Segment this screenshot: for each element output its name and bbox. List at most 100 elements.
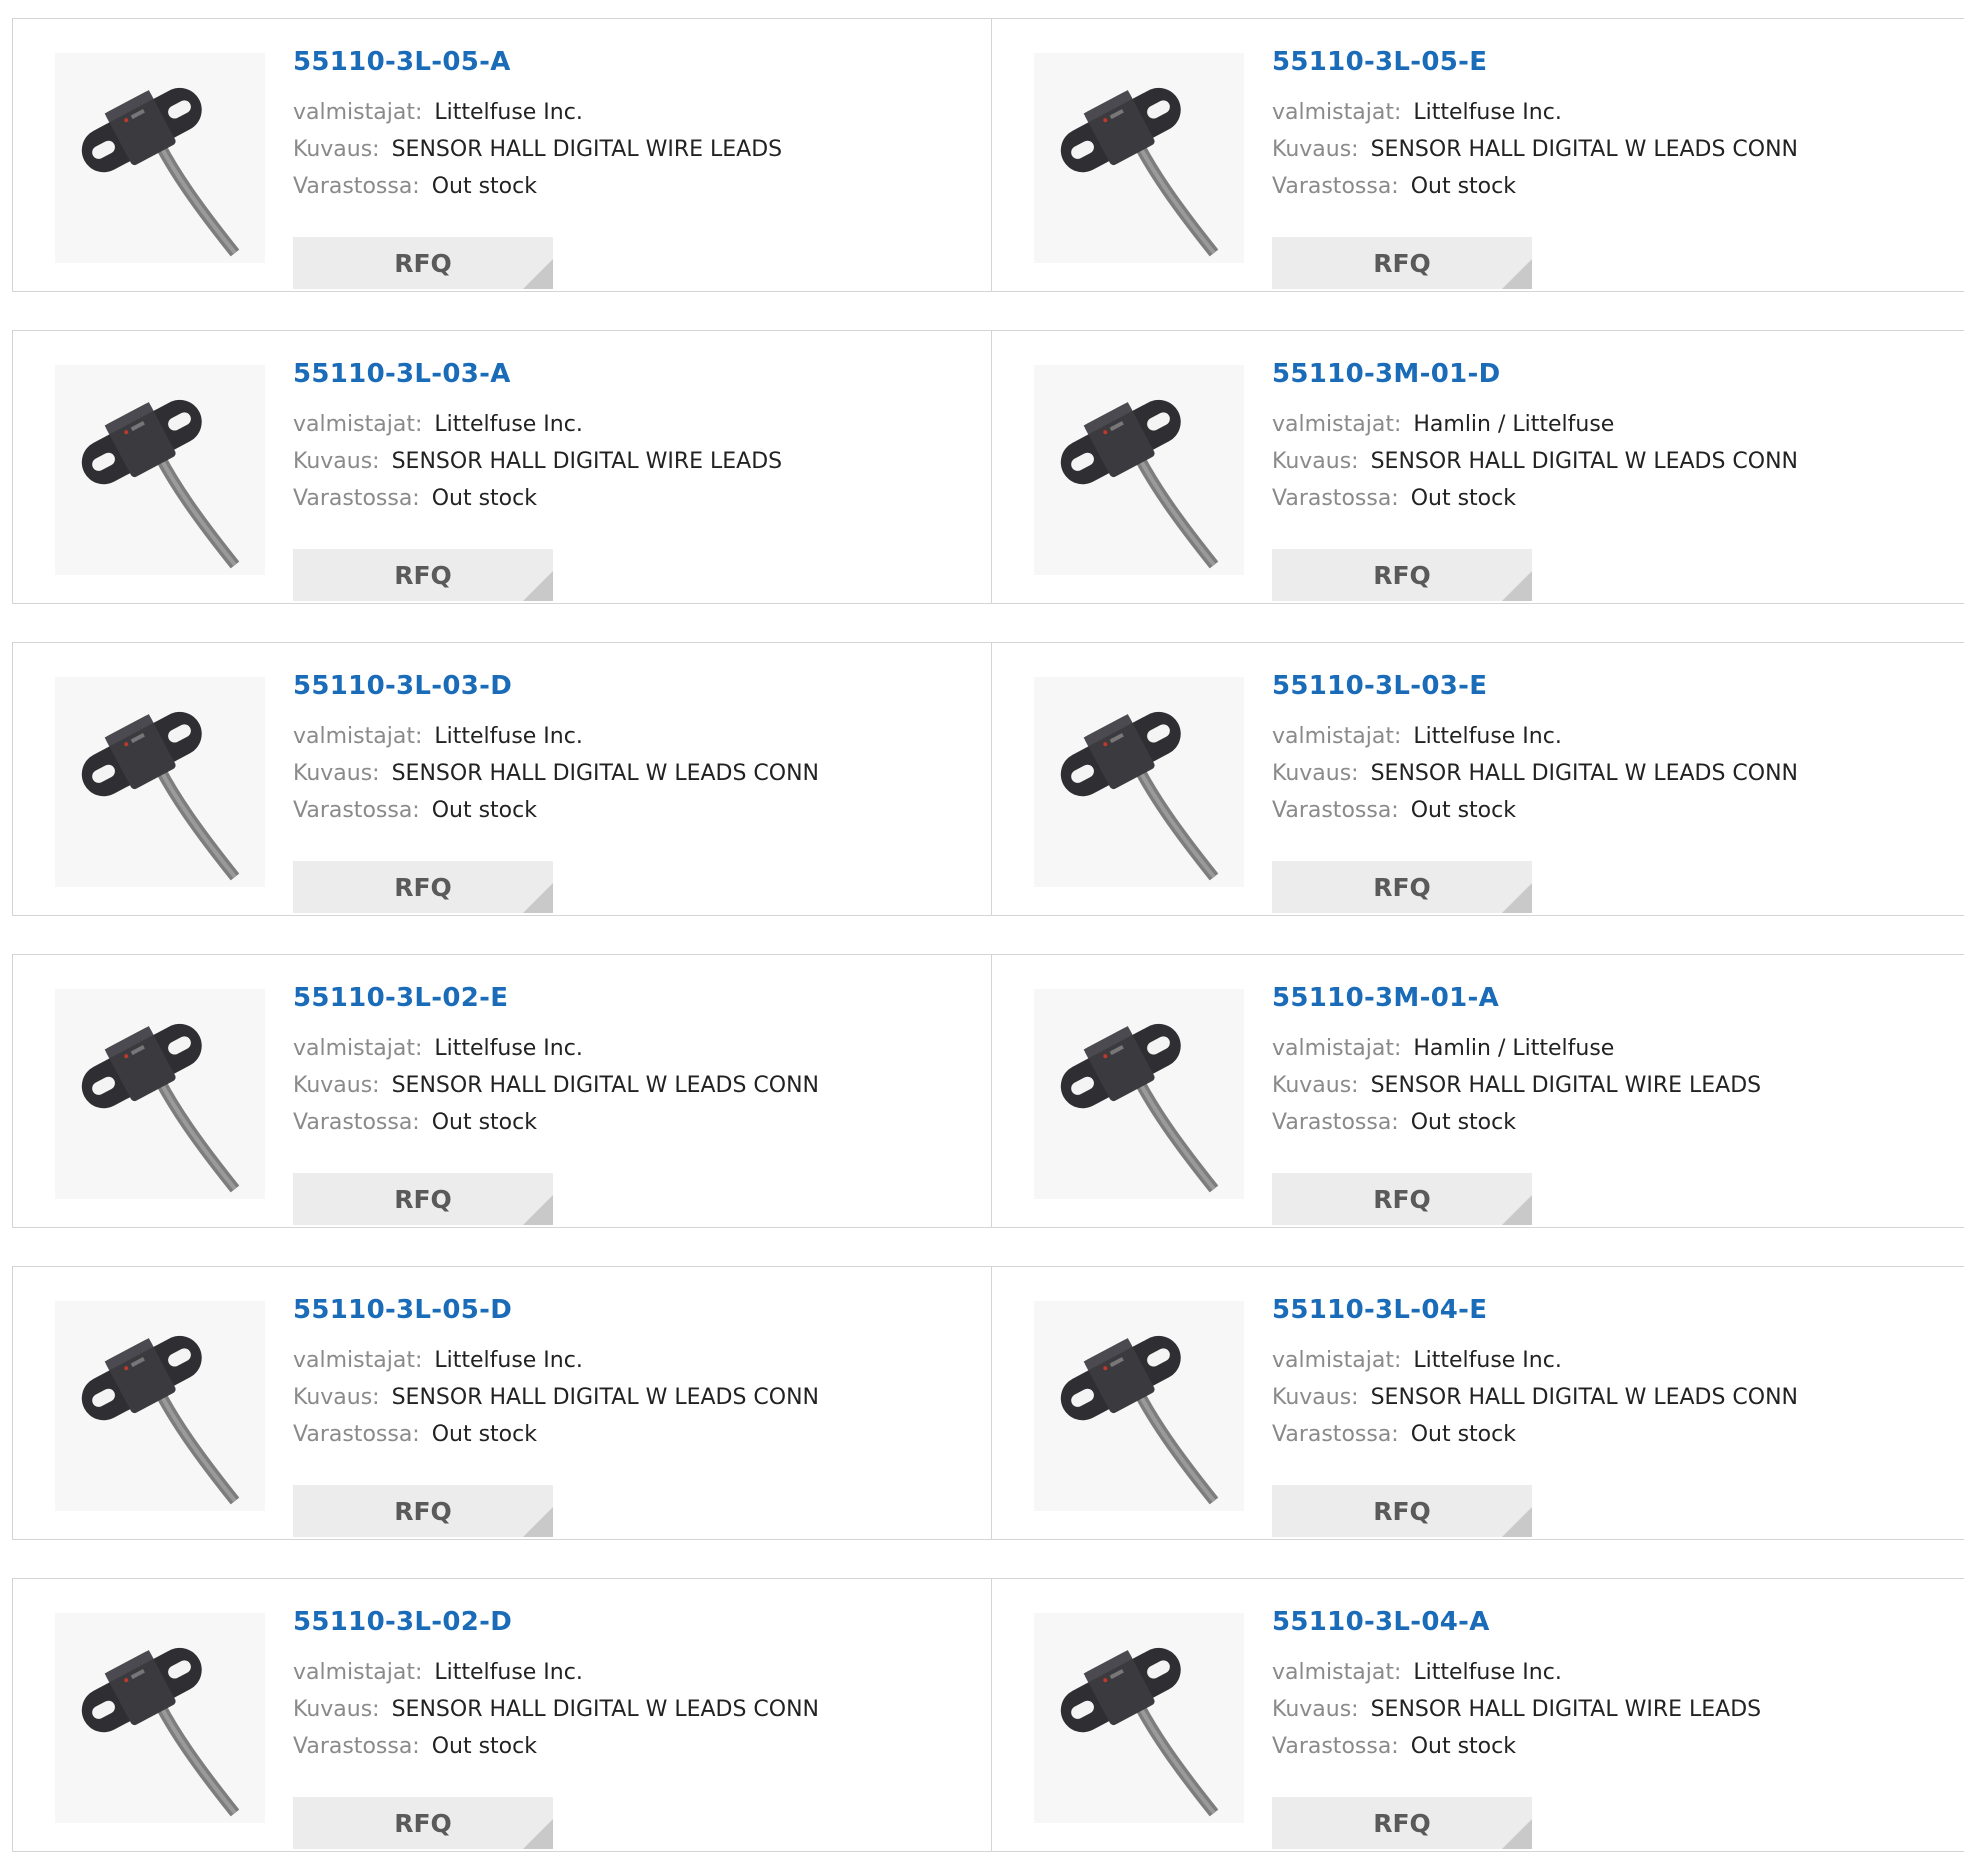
- rfq-button[interactable]: RFQ: [293, 237, 553, 289]
- hall-sensor-icon: [1060, 711, 1219, 881]
- product-card: 55110-3L-03-E valmistajat: Littelfuse Inc…: [991, 643, 1964, 915]
- stock-label: Varastossa:: [1272, 798, 1399, 823]
- stock-value: Out stock: [1410, 1110, 1516, 1135]
- rfq-button[interactable]: RFQ: [293, 1797, 553, 1849]
- stock-value: Out stock: [431, 1422, 537, 1447]
- manufacturer-value: Littelfuse Inc.: [434, 412, 583, 437]
- rfq-button[interactable]: RFQ: [1272, 549, 1532, 601]
- part-number-link[interactable]: 55110-3L-05-E: [1272, 47, 1798, 77]
- product-image[interactable]: [1034, 1613, 1244, 1823]
- product-image[interactable]: [55, 365, 265, 575]
- product-info: 55110-3L-03-E valmistajat: Littelfuse Inc…: [1272, 671, 1798, 913]
- rfq-label: RFQ: [1373, 560, 1431, 590]
- part-number-link[interactable]: 55110-3L-03-D: [293, 671, 819, 701]
- description-row: Kuvaus: SENSOR HALL DIGITAL W LEADS CONN: [293, 1067, 819, 1104]
- stock-value: Out stock: [1410, 486, 1516, 511]
- manufacturer-row: valmistajat: Littelfuse Inc.: [293, 94, 782, 131]
- product-info: 55110-3L-02-D valmistajat: Littelfuse Inc…: [293, 1607, 820, 1849]
- manufacturer-row: valmistajat: Littelfuse Inc.: [293, 1342, 819, 1379]
- manufacturer-label: valmistajat:: [1272, 412, 1402, 437]
- hall-sensor-icon: [1060, 87, 1219, 257]
- stock-label: Varastossa:: [293, 1422, 420, 1447]
- manufacturer-value: Littelfuse Inc.: [434, 1036, 583, 1061]
- manufacturer-value: Littelfuse Inc.: [1413, 724, 1562, 749]
- description-row: Kuvaus: SENSOR HALL DIGITAL W LEADS CONN: [293, 1379, 819, 1416]
- product-image[interactable]: [55, 1613, 265, 1823]
- stock-label: Varastossa:: [1272, 486, 1399, 511]
- manufacturer-value: Littelfuse Inc.: [434, 1660, 583, 1685]
- description-value: SENSOR HALL DIGITAL W LEADS CONN: [1370, 449, 1799, 474]
- manufacturer-row: valmistajat: Littelfuse Inc.: [1272, 94, 1798, 131]
- product-image[interactable]: [55, 989, 265, 1199]
- rfq-label: RFQ: [1373, 1808, 1431, 1838]
- product-image[interactable]: [1034, 989, 1244, 1199]
- part-number-link[interactable]: 55110-3L-03-A: [293, 359, 782, 389]
- product-row: 55110-3L-05-A valmistajat: Littelfuse Inc…: [12, 18, 1964, 292]
- stock-value: Out stock: [431, 1734, 537, 1759]
- product-row: 55110-3L-02-D valmistajat: Littelfuse Inc…: [12, 1578, 1964, 1852]
- manufacturer-value: Littelfuse Inc.: [434, 1348, 583, 1373]
- product-card: 55110-3L-04-E valmistajat: Littelfuse Inc…: [991, 1267, 1964, 1539]
- part-number-link[interactable]: 55110-3L-05-D: [293, 1295, 819, 1325]
- description-value: SENSOR HALL DIGITAL W LEADS CONN: [1370, 137, 1799, 162]
- product-image[interactable]: [55, 53, 265, 263]
- description-value: SENSOR HALL DIGITAL W LEADS CONN: [391, 1697, 820, 1722]
- hall-sensor-icon: [81, 711, 240, 881]
- rfq-button[interactable]: RFQ: [293, 1173, 553, 1225]
- manufacturer-value: Littelfuse Inc.: [1413, 100, 1562, 125]
- description-value: SENSOR HALL DIGITAL W LEADS CONN: [391, 1385, 820, 1410]
- part-number-link[interactable]: 55110-3M-01-D: [1272, 359, 1798, 389]
- rfq-button[interactable]: RFQ: [1272, 1485, 1532, 1537]
- product-image[interactable]: [1034, 1301, 1244, 1511]
- part-number-link[interactable]: 55110-3L-04-E: [1272, 1295, 1798, 1325]
- rfq-button[interactable]: RFQ: [293, 1485, 553, 1537]
- product-image[interactable]: [55, 1301, 265, 1511]
- stock-row: Varastossa: Out stock: [1272, 792, 1798, 829]
- rfq-button[interactable]: RFQ: [1272, 861, 1532, 913]
- description-row: Kuvaus: SENSOR HALL DIGITAL WIRE LEADS: [293, 443, 782, 480]
- stock-label: Varastossa:: [293, 798, 420, 823]
- rfq-button[interactable]: RFQ: [1272, 237, 1532, 289]
- rfq-label: RFQ: [394, 872, 452, 902]
- rfq-button[interactable]: RFQ: [1272, 1797, 1532, 1849]
- manufacturer-value: Littelfuse Inc.: [1413, 1660, 1562, 1685]
- product-image[interactable]: [55, 677, 265, 887]
- hall-sensor-icon: [1060, 1023, 1219, 1193]
- manufacturer-label: valmistajat:: [1272, 724, 1402, 749]
- product-info: 55110-3M-01-D valmistajat: Hamlin / Litte…: [1272, 359, 1799, 601]
- stock-row: Varastossa: Out stock: [293, 480, 782, 517]
- stock-value: Out stock: [1410, 798, 1516, 823]
- part-number-link[interactable]: 55110-3L-03-E: [1272, 671, 1798, 701]
- stock-label: Varastossa:: [1272, 1422, 1399, 1447]
- manufacturer-value: Littelfuse Inc.: [434, 100, 583, 125]
- product-image[interactable]: [1034, 53, 1244, 263]
- product-image[interactable]: [1034, 677, 1244, 887]
- description-label: Kuvaus:: [293, 1385, 380, 1410]
- manufacturer-label: valmistajat:: [293, 412, 423, 437]
- stock-row: Varastossa: Out stock: [293, 1416, 819, 1453]
- description-value: SENSOR HALL DIGITAL W LEADS CONN: [391, 761, 820, 786]
- product-card: 55110-3L-02-E valmistajat: Littelfuse Inc…: [13, 955, 991, 1227]
- product-card: 55110-3L-04-A valmistajat: Littelfuse Inc…: [991, 1579, 1964, 1851]
- description-row: Kuvaus: SENSOR HALL DIGITAL W LEADS CONN: [1272, 131, 1798, 168]
- manufacturer-value: Littelfuse Inc.: [434, 724, 583, 749]
- part-number-link[interactable]: 55110-3M-01-A: [1272, 983, 1761, 1013]
- rfq-button[interactable]: RFQ: [293, 861, 553, 913]
- manufacturer-row: valmistajat: Littelfuse Inc.: [1272, 718, 1798, 755]
- description-value: SENSOR HALL DIGITAL WIRE LEADS: [391, 137, 783, 162]
- part-number-link[interactable]: 55110-3L-04-A: [1272, 1607, 1761, 1637]
- part-number-link[interactable]: 55110-3L-02-D: [293, 1607, 819, 1637]
- stock-value: Out stock: [1410, 174, 1516, 199]
- part-number-link[interactable]: 55110-3L-05-A: [293, 47, 782, 77]
- product-image[interactable]: [1034, 365, 1244, 575]
- description-label: Kuvaus:: [293, 1073, 380, 1098]
- product-info: 55110-3L-03-D valmistajat: Littelfuse Inc…: [293, 671, 820, 913]
- stock-row: Varastossa: Out stock: [1272, 1416, 1798, 1453]
- part-number-link[interactable]: 55110-3L-02-E: [293, 983, 819, 1013]
- hall-sensor-icon: [81, 399, 240, 569]
- product-info: 55110-3L-04-E valmistajat: Littelfuse Inc…: [1272, 1295, 1798, 1537]
- description-label: Kuvaus:: [293, 1697, 380, 1722]
- rfq-button[interactable]: RFQ: [1272, 1173, 1532, 1225]
- rfq-button[interactable]: RFQ: [293, 549, 553, 601]
- rfq-label: RFQ: [394, 560, 452, 590]
